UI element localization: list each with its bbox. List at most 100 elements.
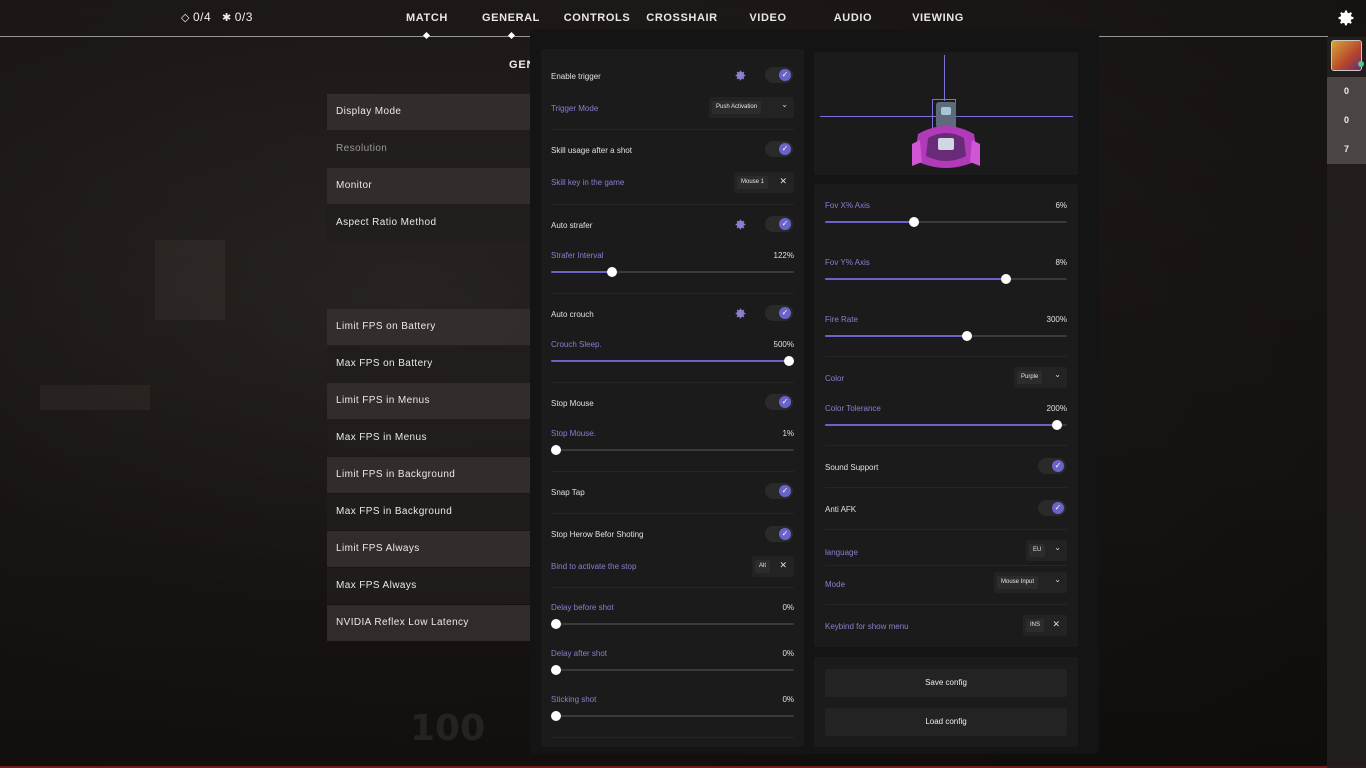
- star-counter: ✱ 0/3: [222, 10, 253, 24]
- settings-gear-icon[interactable]: [1336, 8, 1356, 28]
- scoreboard-rail: 0 0 7: [1327, 37, 1366, 768]
- setting-aspect-ratio-method[interactable]: Aspect Ratio Method: [327, 205, 537, 241]
- language-select[interactable]: EU ⌄: [1026, 540, 1067, 561]
- quest-counter: ◇ 0/4: [181, 10, 212, 24]
- robot-character-icon: [912, 102, 980, 168]
- delay-after-slider[interactable]: [551, 665, 794, 675]
- sticking-shot-value: 0%: [782, 695, 794, 704]
- strafer-interval-slider[interactable]: [551, 267, 794, 277]
- setting-monitor[interactable]: Monitor: [327, 168, 537, 204]
- chevron-down-icon: ⌄: [1054, 575, 1061, 584]
- load-config-button[interactable]: Load config: [825, 708, 1067, 736]
- enable-trigger-label: Enable trigger: [551, 72, 601, 81]
- save-config-button[interactable]: Save config: [825, 669, 1067, 697]
- setting-max-fps-always[interactable]: Max FPS Always: [327, 568, 537, 604]
- close-icon[interactable]: ✕: [779, 560, 787, 571]
- setting-limit-fps-always[interactable]: Limit FPS Always: [327, 531, 537, 567]
- chevron-down-icon: ⌄: [1054, 370, 1061, 379]
- skill-key-bind[interactable]: Mouse 1 ✕: [734, 172, 794, 193]
- delay-before-label: Delay before shot: [551, 603, 614, 612]
- config-card: Save config Load config: [814, 657, 1078, 747]
- check-icon: ✓: [1052, 460, 1064, 472]
- delay-after-value: 0%: [782, 649, 794, 658]
- setting-limit-fps-background[interactable]: Limit FPS in Background: [327, 457, 537, 493]
- rail-score: 0: [1327, 106, 1366, 135]
- sound-support-toggle[interactable]: ✓: [1038, 458, 1066, 474]
- divider: [551, 204, 794, 205]
- sound-support-label: Sound Support: [825, 463, 879, 472]
- divider: [825, 565, 1067, 566]
- stop-mouse-slider[interactable]: [551, 445, 794, 455]
- delay-before-value: 0%: [782, 603, 794, 612]
- background-window: [155, 240, 225, 320]
- crouch-settings-gear-icon[interactable]: [734, 307, 747, 320]
- crouch-sleep-value: 500%: [773, 340, 794, 349]
- chevron-down-icon: ⌄: [781, 100, 788, 109]
- bind-stop-key[interactable]: Alt ✕: [752, 556, 794, 577]
- setting-max-fps-menus[interactable]: Max FPS in Menus: [327, 420, 537, 456]
- background-number: 100: [410, 708, 486, 749]
- divider: [551, 471, 794, 472]
- stop-mouse-toggle[interactable]: ✓: [765, 394, 793, 410]
- auto-strafer-label: Auto strafer: [551, 221, 593, 230]
- setting-max-fps-background[interactable]: Max FPS in Background: [327, 494, 537, 530]
- check-icon: ✓: [1052, 502, 1064, 514]
- check-icon: ✓: [779, 69, 791, 81]
- auto-strafer-toggle[interactable]: ✓: [765, 216, 793, 232]
- trigger-settings-gear-icon[interactable]: [734, 69, 747, 82]
- tab-viewing[interactable]: VIEWING: [888, 12, 988, 24]
- strafer-settings-gear-icon[interactable]: [734, 218, 747, 231]
- fov-x-slider[interactable]: [825, 217, 1067, 227]
- color-tolerance-slider[interactable]: [825, 420, 1067, 430]
- trigger-mode-select[interactable]: Push Activation ⌄: [709, 97, 794, 118]
- check-icon: ✓: [779, 396, 791, 408]
- divider: [825, 487, 1067, 488]
- crouch-sleep-slider[interactable]: [551, 356, 794, 366]
- color-select[interactable]: Purple ⌄: [1014, 367, 1067, 388]
- anti-afk-toggle[interactable]: ✓: [1038, 500, 1066, 516]
- diamond-icon: ◇: [181, 12, 190, 24]
- setting-limit-fps-menus[interactable]: Limit FPS in Menus: [327, 383, 537, 419]
- setting-max-fps-battery[interactable]: Max FPS on Battery: [327, 346, 537, 382]
- rail-score: 7: [1327, 135, 1366, 164]
- sticking-shot-slider[interactable]: [551, 711, 794, 721]
- chevron-down-icon: ⌄: [1054, 543, 1061, 552]
- mode-label: Mode: [825, 580, 846, 589]
- keybind-menu-key[interactable]: INS ✕: [1023, 615, 1067, 636]
- stop-herow-toggle[interactable]: ✓: [765, 526, 793, 542]
- auto-crouch-toggle[interactable]: ✓: [765, 305, 793, 321]
- divider: [825, 529, 1067, 530]
- fire-rate-label: Fire Rate: [825, 315, 858, 324]
- mode-select[interactable]: Mouse Input ⌄: [994, 572, 1067, 593]
- fire-rate-slider[interactable]: [825, 331, 1067, 341]
- close-icon[interactable]: ✕: [1052, 619, 1060, 630]
- divider: [551, 737, 794, 738]
- setting-limit-fps-battery[interactable]: Limit FPS on Battery: [327, 309, 537, 345]
- fire-rate-value: 300%: [1046, 315, 1067, 324]
- setting-display-mode[interactable]: Display Mode: [327, 94, 537, 130]
- fov-y-slider[interactable]: [825, 274, 1067, 284]
- check-icon: ✓: [779, 485, 791, 497]
- skill-usage-label: Skill usage after a shot: [551, 146, 632, 155]
- sticking-shot-label: Sticking shot: [551, 695, 597, 704]
- tab-crosshair[interactable]: CROSSHAIR: [632, 12, 732, 24]
- fov-y-label: Fov Y% Axis: [825, 258, 870, 267]
- divider: [551, 129, 794, 130]
- cheat-menu-panel: Enable trigger ✓ Trigger Mode Push Activ…: [530, 29, 1099, 754]
- language-label: language: [825, 548, 858, 557]
- enable-trigger-toggle[interactable]: ✓: [765, 67, 793, 83]
- stop-mouse-sub-label: Stop Mouse.: [551, 429, 596, 438]
- avatar[interactable]: [1331, 40, 1362, 71]
- delay-before-slider[interactable]: [551, 619, 794, 629]
- skill-usage-toggle[interactable]: ✓: [765, 141, 793, 157]
- divider: [551, 513, 794, 514]
- stop-mouse-label: Stop Mouse: [551, 399, 594, 408]
- setting-nvidia-reflex[interactable]: NVIDIA Reflex Low Latency: [327, 605, 537, 641]
- tab-general[interactable]: GENERAL: [461, 12, 561, 24]
- character-preview-card: [814, 52, 1078, 175]
- snap-tap-toggle[interactable]: ✓: [765, 483, 793, 499]
- setting-resolution[interactable]: Resolution: [327, 131, 537, 167]
- close-icon[interactable]: ✕: [779, 176, 787, 187]
- delay-after-label: Delay after shot: [551, 649, 608, 658]
- bind-stop-label: Bind to activate the stop: [551, 562, 637, 571]
